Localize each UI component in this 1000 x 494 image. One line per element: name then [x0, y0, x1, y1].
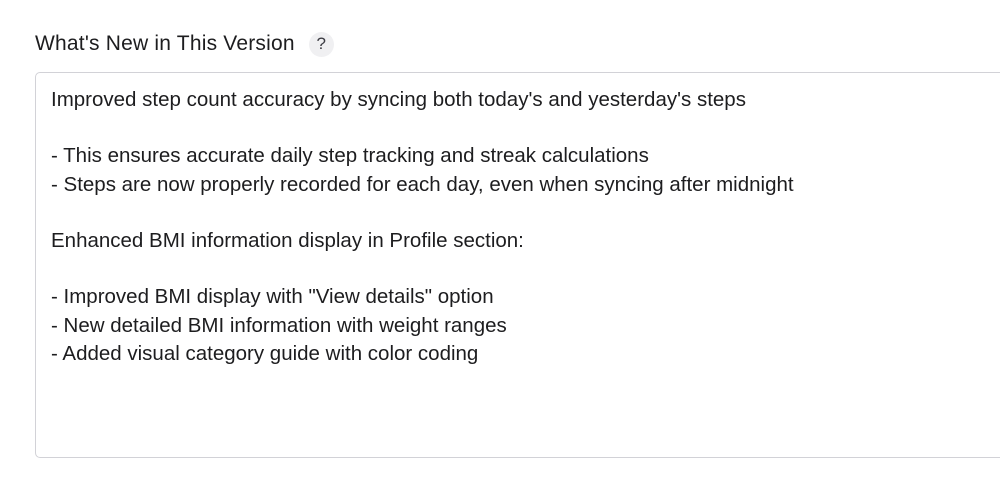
- whats-new-header: What's New in This Version ?: [35, 30, 334, 58]
- whats-new-text: Improved step count accuracy by syncing …: [51, 88, 794, 365]
- whats-new-label: What's New in This Version: [35, 32, 295, 55]
- whats-new-textarea[interactable]: Improved step count accuracy by syncing …: [35, 72, 1000, 458]
- help-question-icon[interactable]: ?: [308, 31, 334, 57]
